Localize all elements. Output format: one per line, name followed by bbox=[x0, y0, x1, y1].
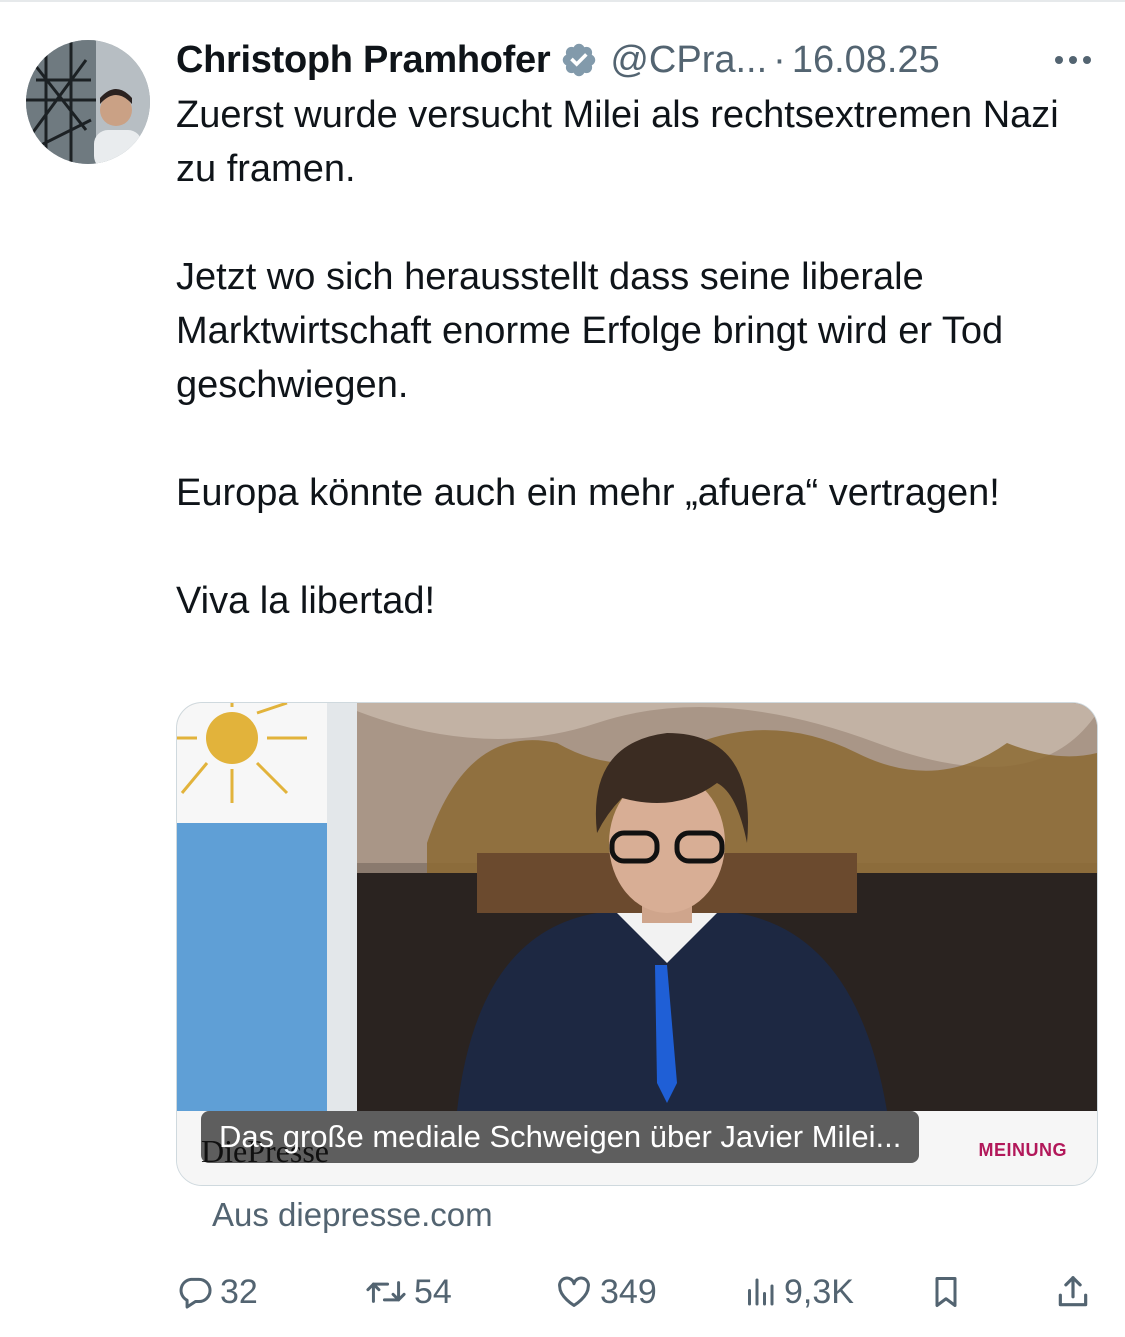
like-count: 349 bbox=[600, 1272, 657, 1311]
bookmark-icon bbox=[928, 1272, 964, 1312]
tweet-paragraph: Europa könnte auch ein mehr „afuera“ ver… bbox=[176, 472, 1000, 514]
card-tag: MEINUNG bbox=[978, 1140, 1067, 1160]
like-button[interactable]: 349 bbox=[554, 1262, 657, 1322]
tweet-text: Zuerst wurde versucht Milei als rechtsex… bbox=[176, 88, 1096, 628]
avatar[interactable] bbox=[26, 40, 150, 164]
avatar-image bbox=[26, 40, 150, 164]
author-handle[interactable]: @CPra... bbox=[610, 39, 767, 82]
reply-button[interactable]: 32 bbox=[176, 1262, 258, 1322]
action-bar: 32 54 349 9,3K bbox=[176, 1262, 1096, 1322]
link-preview-card[interactable]: DiePresse MEINUNG Das große mediale Schw… bbox=[176, 702, 1098, 1186]
views-count: 9,3K bbox=[784, 1272, 854, 1311]
tweet-header: Christoph Pramhofer @CPra... · 16.08.25 bbox=[176, 34, 1101, 86]
reply-count: 32 bbox=[220, 1272, 258, 1311]
tweet-paragraph: Zuerst wurde versucht Milei als rechtsex… bbox=[176, 94, 1059, 190]
tweet-paragraph: Jetzt wo sich herausstellt dass seine li… bbox=[176, 256, 1004, 406]
repost-icon bbox=[364, 1273, 408, 1311]
share-icon bbox=[1054, 1272, 1092, 1312]
repost-button[interactable]: 54 bbox=[364, 1262, 452, 1322]
bookmark-button[interactable] bbox=[928, 1262, 964, 1322]
more-dots-icon[interactable] bbox=[1055, 56, 1101, 64]
share-button[interactable] bbox=[1054, 1262, 1092, 1322]
display-name[interactable]: Christoph Pramhofer bbox=[176, 39, 551, 82]
tweet-date[interactable]: 16.08.25 bbox=[792, 39, 940, 82]
separator-dot: · bbox=[773, 38, 786, 81]
views-button[interactable]: 9,3K bbox=[742, 1262, 854, 1322]
repost-count: 54 bbox=[414, 1272, 452, 1311]
verified-badge-icon[interactable] bbox=[560, 41, 598, 79]
reply-icon bbox=[176, 1273, 214, 1311]
top-divider bbox=[0, 0, 1125, 2]
card-source[interactable]: Aus diepresse.com bbox=[212, 1196, 493, 1234]
card-image bbox=[177, 703, 1097, 1111]
tweet-paragraph: Viva la libertad! bbox=[176, 580, 436, 622]
heart-icon bbox=[554, 1273, 594, 1311]
card-title[interactable]: Das große mediale Schweigen über Javier … bbox=[201, 1111, 920, 1163]
views-icon bbox=[742, 1273, 778, 1311]
